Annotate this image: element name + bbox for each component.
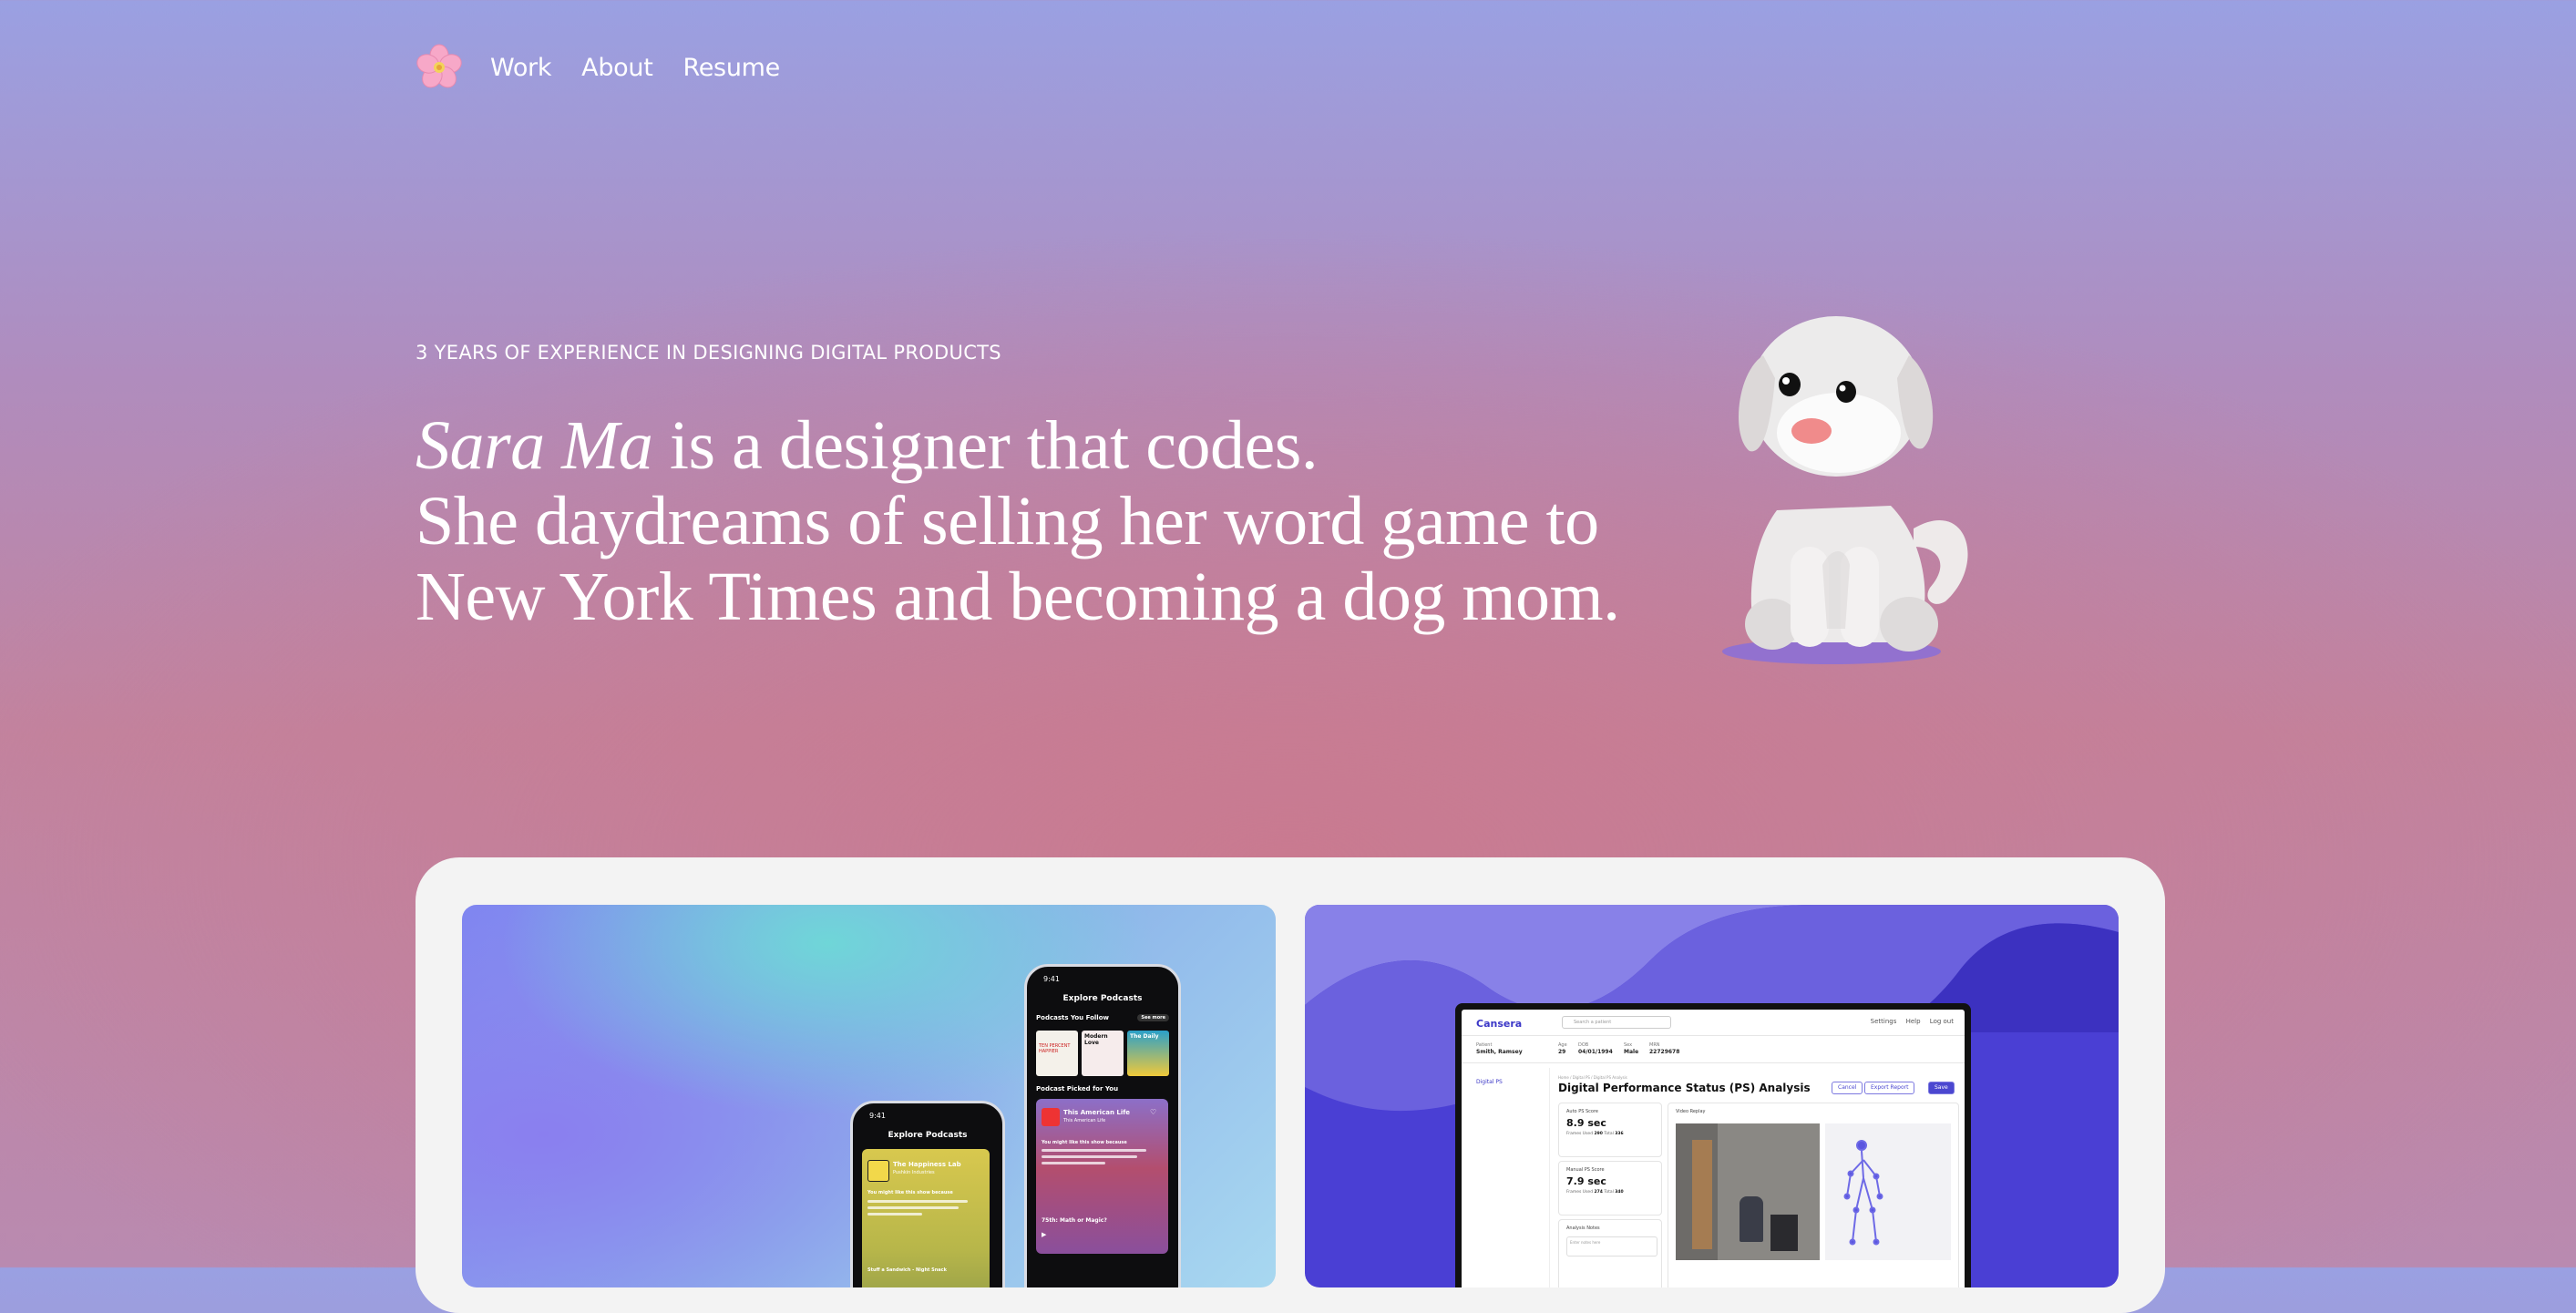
top-links: Settings Help Log out: [1863, 1018, 1954, 1025]
section-picked: Podcast Picked for You: [1036, 1085, 1119, 1092]
settings-link[interactable]: Settings: [1871, 1018, 1897, 1025]
patient-video[interactable]: [1676, 1123, 1820, 1260]
breadcrumb: Home / Digital PS / Digital PS Analysis: [1558, 1075, 1627, 1080]
blurb-line: [867, 1213, 922, 1216]
podcast-logo-tal: [1042, 1108, 1060, 1126]
video-person: [1740, 1196, 1763, 1242]
phone-time: 9:41: [1043, 975, 1060, 983]
tile-label: Modern Love: [1084, 1033, 1108, 1046]
phone-mockup-back: 9:41 Explore Podcasts Podcasts You Follo…: [1024, 964, 1181, 1287]
cherry-blossom-icon[interactable]: [416, 44, 463, 91]
page-title: Digital Performance Status (PS) Analysis: [1558, 1082, 1811, 1094]
project-card-podcast[interactable]: 9:41 Explore Podcasts The Happiness Lab …: [462, 905, 1276, 1287]
featured-title: This American Life: [1063, 1109, 1131, 1116]
manual-ps-frames: Frames Used 274 Total 340: [1566, 1190, 1624, 1195]
podcast-tile-the-daily[interactable]: The Daily: [1127, 1031, 1169, 1076]
divider: [1462, 1035, 1965, 1036]
section-following: Podcasts You Follow: [1036, 1014, 1109, 1021]
headline-line-2: She daydreams of selling her word game t…: [416, 483, 1599, 559]
video-door: [1692, 1140, 1712, 1249]
manual-ps-card: Manual PS Score 7.9 sec Frames Used 274 …: [1558, 1161, 1662, 1216]
phone-title: Explore Podcasts: [888, 1131, 968, 1140]
patient-age: Age 29: [1558, 1042, 1567, 1055]
help-link[interactable]: Help: [1906, 1018, 1921, 1025]
video-wall: [1718, 1123, 1820, 1260]
analysis-notes-card: Analysis Notes Enter notes here: [1558, 1219, 1662, 1287]
heart-icon[interactable]: ♡: [1150, 1108, 1156, 1116]
video-replay-label: Video Replay: [1676, 1109, 1706, 1114]
patient-search-input[interactable]: Search a patient: [1562, 1016, 1671, 1029]
blurb-line: [1042, 1149, 1146, 1152]
designer-name: Sara Ma: [416, 407, 653, 484]
phone-time: 9:41: [869, 1112, 886, 1120]
tile-label: The Daily: [1130, 1033, 1159, 1040]
cansera-app: Cansera Search a patient Settings Help L…: [1462, 1010, 1965, 1287]
blurb-title: You might like this show because: [867, 1190, 953, 1195]
puppy-illustration: [1722, 316, 1968, 664]
save-button[interactable]: Save: [1928, 1082, 1955, 1094]
blurb-line: [1042, 1155, 1137, 1158]
blurb-line: [867, 1206, 959, 1209]
divider: [1462, 1062, 1965, 1063]
blurb-line: [867, 1200, 968, 1203]
blurb-title: You might like this show because: [1042, 1140, 1127, 1145]
cancel-button[interactable]: Cancel: [1832, 1082, 1863, 1094]
laptop-screen: Cansera Search a patient Settings Help L…: [1455, 1003, 1971, 1287]
auto-ps-frames: Frames Used 290 Total 336: [1566, 1132, 1624, 1136]
logout-link[interactable]: Log out: [1930, 1018, 1954, 1025]
patient-mrn: MRN 22729678: [1649, 1042, 1680, 1055]
see-more-button[interactable]: See more: [1137, 1014, 1169, 1021]
episode-title: Stuff a Sandwich - Night Snack: [867, 1267, 947, 1273]
phone-title: Explore Podcasts: [1062, 994, 1143, 1003]
experience-eyebrow: 3 YEARS OF EXPERIENCE IN DESIGNING DIGIT…: [416, 342, 1001, 364]
pose-skeleton: [1825, 1123, 1951, 1260]
analysis-notes-label: Analysis Notes: [1566, 1226, 1600, 1231]
headline-line-3: New York Times and becoming a dog mom.: [416, 559, 1620, 635]
patient-dob: DOB 04/01/1994: [1578, 1042, 1613, 1055]
podcast-tile-modern-love[interactable]: Modern Love: [1082, 1031, 1124, 1076]
auto-ps-card: Auto PS Score 8.9 sec Frames Used 290 To…: [1558, 1103, 1662, 1157]
blurb-line: [1042, 1162, 1105, 1164]
analysis-notes-input[interactable]: Enter notes here: [1566, 1236, 1657, 1257]
headline-line-1: Sara Ma is a designer that codes.: [416, 408, 1620, 484]
top-nav: Work About Resume: [416, 40, 810, 95]
app-sidebar: Digital PS: [1462, 1068, 1550, 1287]
patient-sex: Sex Male: [1624, 1042, 1639, 1055]
auto-ps-value: 8.9 sec: [1566, 1117, 1606, 1129]
featured-title: The Happiness Lab: [893, 1161, 961, 1168]
featured-sub: Pushkin Industries: [893, 1170, 935, 1175]
podcast-tile-ten-percent-happier[interactable]: TEN PERCENT HAPPIER: [1036, 1031, 1078, 1076]
manual-ps-label: Manual PS Score: [1566, 1167, 1605, 1173]
manual-ps-value: 7.9 sec: [1566, 1175, 1606, 1187]
nav-about-link[interactable]: About: [581, 54, 653, 82]
phone-mockup-front: 9:41 Explore Podcasts The Happiness Lab …: [850, 1101, 1005, 1287]
hero-headline: Sara Ma is a designer that codes. She da…: [416, 408, 1620, 635]
episode-title: 75th: Math or Magic?: [1042, 1217, 1107, 1224]
work-panel: 9:41 Explore Podcasts The Happiness Lab …: [416, 857, 2165, 1313]
auto-ps-label: Auto PS Score: [1566, 1109, 1598, 1114]
tile-label: TEN PERCENT HAPPIER: [1039, 1043, 1071, 1054]
nav-work-link[interactable]: Work: [490, 54, 551, 82]
cansera-logo: Cansera: [1476, 1018, 1523, 1030]
patient-name: Patient Smith, Ramsey: [1476, 1042, 1523, 1055]
sidebar-item-digital-ps[interactable]: Digital PS: [1476, 1079, 1503, 1085]
video-chair: [1770, 1215, 1798, 1251]
play-icon[interactable]: ▶: [1042, 1231, 1046, 1238]
smiley-icon: [867, 1160, 889, 1182]
nav-resume-link[interactable]: Resume: [683, 54, 781, 82]
video-replay-card: Video Replay: [1668, 1103, 1959, 1287]
featured-sub: This American Life: [1063, 1118, 1106, 1123]
export-report-button[interactable]: Export Report: [1864, 1082, 1915, 1094]
project-card-cansera[interactable]: Cansera Search a patient Settings Help L…: [1305, 905, 2119, 1287]
headline-line-1-rest: is a designer that codes.: [652, 407, 1319, 484]
